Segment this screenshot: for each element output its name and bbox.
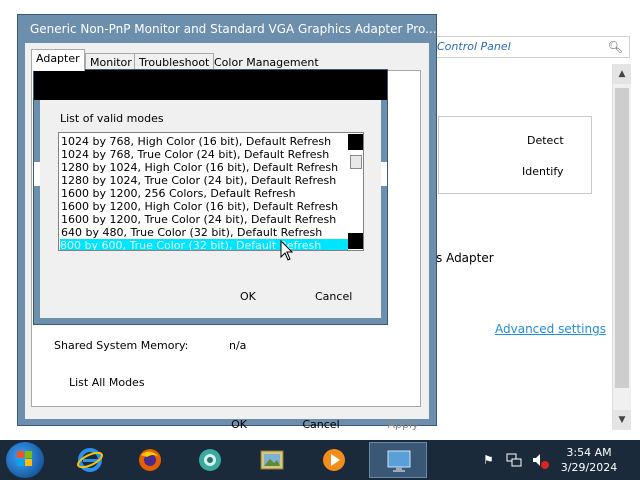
taskbar-media-player[interactable] — [305, 442, 363, 478]
modal-edge-right — [381, 162, 387, 186]
scroll-down-arrow-icon[interactable]: ▼ — [613, 410, 631, 430]
shared-memory-label: Shared System Memory: — [54, 339, 189, 352]
dialog-title: Generic Non-PnP Monitor and Standard VGA… — [30, 22, 437, 36]
network-icon[interactable] — [506, 453, 522, 467]
scroll-thumb[interactable] — [615, 88, 629, 388]
taskbar-media-center[interactable] — [181, 442, 239, 478]
clock-time: 3:54 AM — [566, 446, 612, 459]
modes-heading: List of valid modes — [60, 112, 164, 125]
image-viewer-icon — [260, 450, 284, 470]
list-all-modes-dialog: List of valid modes 800 by 600, True Col… — [33, 69, 388, 325]
taskbar-firefox[interactable] — [121, 442, 179, 478]
modal-titlebar — [34, 70, 387, 100]
mute-badge-icon — [541, 461, 549, 469]
system-clock[interactable]: 3:54 AM 3/29/2024 — [552, 445, 626, 475]
detect-button[interactable]: Detect — [527, 134, 564, 147]
media-center-icon — [199, 449, 221, 471]
apply-button[interactable]: Apply — [368, 418, 438, 431]
cancel-button[interactable]: Cancel — [286, 418, 356, 431]
mode-item[interactable]: 1280 by 1024, True Color (24 bit), Defau… — [61, 174, 336, 187]
clock-date: 3/29/2024 — [560, 461, 618, 474]
mode-item[interactable]: 1600 by 1200, 256 Colors, Default Refres… — [61, 187, 296, 200]
scroll-thumb[interactable] — [350, 155, 362, 169]
adapter-text: s Adapter — [436, 251, 494, 265]
modal-edge-left — [34, 162, 40, 186]
search-icon[interactable]: 🔍︎ — [608, 40, 623, 54]
list-all-modes-button[interactable]: List All Modes — [69, 376, 145, 389]
taskbar-image-viewer[interactable] — [243, 442, 301, 478]
mode-item[interactable]: 1024 by 768, High Color (16 bit), Defaul… — [61, 135, 331, 148]
scroll-down-arrow-icon[interactable] — [348, 233, 363, 249]
detect-identify-panel: Detect Identify — [438, 116, 592, 194]
identify-button[interactable]: Identify — [522, 165, 564, 178]
mode-item[interactable]: 1024 by 768, True Color (24 bit), Defaul… — [61, 148, 329, 161]
media-player-icon — [323, 449, 345, 471]
mode-item[interactable]: 640 by 480, True Color (32 bit), Default… — [61, 226, 322, 239]
advanced-settings-link[interactable]: Advanced settings — [495, 322, 606, 336]
taskbar-display-settings[interactable] — [369, 442, 427, 478]
internet-explorer-icon — [77, 448, 103, 472]
shared-memory-value: n/a — [229, 339, 247, 352]
mode-item[interactable]: 1600 by 1200, High Color (16 bit), Defau… — [61, 200, 338, 213]
windows-logo-icon — [17, 451, 32, 466]
display-settings-icon — [387, 450, 411, 472]
modal-ok-button[interactable]: OK — [240, 290, 256, 303]
scroll-up-arrow-icon[interactable]: ▲ — [613, 64, 631, 84]
modal-cancel-button[interactable]: Cancel — [315, 290, 352, 303]
taskbar-internet-explorer[interactable] — [61, 442, 119, 478]
tab-adapter[interactable]: Adapter — [31, 49, 85, 71]
ok-button[interactable]: OK — [204, 418, 274, 431]
modal-body: List of valid modes 800 by 600, True Col… — [40, 100, 381, 318]
modes-listbox[interactable]: 800 by 600, True Color (32 bit), Default… — [58, 132, 364, 251]
mode-item-selected[interactable]: 800 by 600, True Color (32 bit), Default… — [60, 239, 348, 250]
mode-item[interactable]: 1600 by 1200, True Color (24 bit), Defau… — [61, 213, 336, 226]
mouse-cursor-icon — [280, 240, 294, 261]
address-bar[interactable]: Control Panel 🔍︎ — [430, 36, 630, 58]
mode-item[interactable]: 1280 by 1024, High Color (16 bit), Defau… — [61, 161, 338, 174]
taskbar: ⚑ 3:54 AM 3/29/2024 — [0, 440, 640, 480]
flag-icon[interactable]: ⚑ — [483, 453, 494, 467]
firefox-icon — [139, 449, 161, 471]
scroll-up-arrow-icon[interactable] — [348, 134, 363, 150]
window-scrollbar[interactable]: ▲ ▼ — [612, 64, 631, 430]
address-text: Control Panel — [437, 40, 511, 53]
modes-scrollbar[interactable] — [348, 133, 363, 250]
start-button[interactable] — [6, 442, 44, 478]
